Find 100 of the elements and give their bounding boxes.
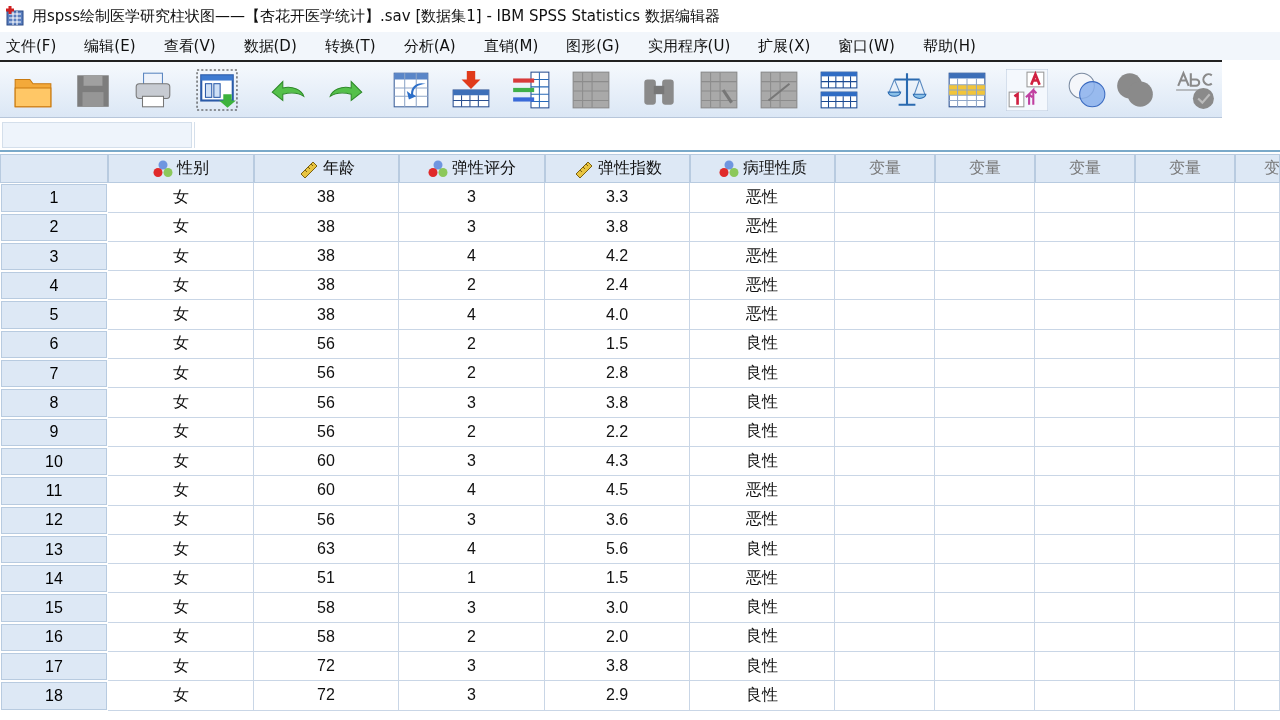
column-header[interactable]: 变量 bbox=[1135, 154, 1235, 184]
row-number[interactable]: 8 bbox=[0, 388, 108, 418]
empty-table-cell[interactable] bbox=[1035, 505, 1135, 535]
empty-table-cell[interactable] bbox=[835, 652, 935, 682]
empty-table-cell[interactable] bbox=[1035, 388, 1135, 418]
empty-table-cell[interactable] bbox=[1135, 271, 1235, 301]
empty-table-cell[interactable] bbox=[935, 564, 1035, 594]
empty-table-cell[interactable] bbox=[1135, 388, 1235, 418]
empty-table-cell[interactable] bbox=[1235, 241, 1280, 272]
row-number[interactable]: 7 bbox=[0, 359, 108, 389]
row-number[interactable]: 9 bbox=[0, 417, 108, 447]
empty-table-cell[interactable] bbox=[835, 183, 935, 213]
empty-table-cell[interactable] bbox=[1135, 681, 1235, 711]
empty-table-cell[interactable] bbox=[835, 271, 935, 301]
empty-table-cell[interactable] bbox=[1135, 622, 1235, 653]
empty-table-cell[interactable] bbox=[1035, 446, 1135, 477]
empty-table-cell[interactable] bbox=[835, 564, 935, 594]
empty-table-cell[interactable] bbox=[1135, 534, 1235, 565]
empty-table-cell[interactable] bbox=[1135, 300, 1235, 330]
menu-item[interactable]: 扩展(X) bbox=[758, 36, 824, 56]
row-number[interactable]: 16 bbox=[0, 622, 108, 653]
row-number[interactable]: 4 bbox=[0, 271, 108, 301]
empty-table-cell[interactable] bbox=[935, 505, 1035, 535]
empty-table-cell[interactable] bbox=[935, 593, 1035, 623]
empty-table-cell[interactable] bbox=[835, 476, 935, 506]
menu-item[interactable]: 编辑(E) bbox=[84, 36, 149, 56]
empty-table-cell[interactable] bbox=[835, 388, 935, 418]
row-number[interactable]: 11 bbox=[0, 476, 108, 506]
empty-table-cell[interactable] bbox=[1035, 241, 1135, 272]
column-header[interactable]: 变 bbox=[1235, 154, 1280, 184]
empty-table-cell[interactable] bbox=[935, 388, 1035, 418]
empty-table-cell[interactable] bbox=[1035, 329, 1135, 360]
empty-table-cell[interactable] bbox=[1235, 476, 1280, 506]
empty-table-cell[interactable] bbox=[1135, 476, 1235, 506]
empty-table-cell[interactable] bbox=[1135, 359, 1235, 389]
row-number[interactable]: 14 bbox=[0, 564, 108, 594]
empty-table-cell[interactable] bbox=[935, 329, 1035, 360]
empty-table-cell[interactable] bbox=[1035, 476, 1135, 506]
window-icon[interactable] bbox=[196, 68, 238, 111]
empty-table-cell[interactable] bbox=[1135, 505, 1235, 535]
menu-item[interactable]: 转换(T) bbox=[324, 36, 389, 56]
row-number[interactable]: 1 bbox=[0, 183, 108, 213]
empty-table-cell[interactable] bbox=[935, 271, 1035, 301]
empty-table-cell[interactable] bbox=[1235, 681, 1280, 711]
empty-table-cell[interactable] bbox=[1035, 300, 1135, 330]
column-header[interactable]: 变量 bbox=[1035, 154, 1135, 184]
row-number[interactable]: 10 bbox=[0, 446, 108, 477]
empty-table-cell[interactable] bbox=[1035, 534, 1135, 565]
empty-table-cell[interactable] bbox=[1135, 417, 1235, 447]
empty-table-cell[interactable] bbox=[1235, 564, 1280, 594]
empty-table-cell[interactable] bbox=[935, 417, 1035, 447]
empty-table-cell[interactable] bbox=[1135, 446, 1235, 477]
empty-table-cell[interactable] bbox=[1235, 300, 1280, 330]
column-header[interactable]: 性别 bbox=[108, 154, 254, 184]
row-number[interactable]: 2 bbox=[0, 212, 108, 242]
empty-table-cell[interactable] bbox=[1235, 652, 1280, 682]
column-header[interactable]: 弹性评分 bbox=[399, 154, 545, 184]
menu-item[interactable]: 数据(D) bbox=[243, 36, 310, 56]
empty-table-cell[interactable] bbox=[835, 300, 935, 330]
empty-table-cell[interactable] bbox=[835, 359, 935, 389]
empty-table-cell[interactable] bbox=[935, 212, 1035, 242]
empty-table-cell[interactable] bbox=[1035, 212, 1135, 242]
row-number[interactable]: 12 bbox=[0, 505, 108, 535]
row-number[interactable]: 13 bbox=[0, 534, 108, 565]
menu-item[interactable]: 查看(V) bbox=[163, 36, 229, 56]
empty-table-cell[interactable] bbox=[1035, 622, 1135, 653]
empty-table-cell[interactable] bbox=[835, 622, 935, 653]
row-number[interactable]: 3 bbox=[0, 241, 108, 272]
menu-item[interactable]: 图形(G) bbox=[566, 36, 633, 56]
column-header[interactable]: 年龄 bbox=[254, 154, 399, 184]
spell-check-icon[interactable] bbox=[1174, 68, 1216, 111]
column-header[interactable]: 病理性质 bbox=[690, 154, 835, 184]
empty-table-cell[interactable] bbox=[1235, 183, 1280, 213]
empty-table-cell[interactable] bbox=[835, 212, 935, 242]
empty-table-cell[interactable] bbox=[1035, 271, 1135, 301]
column-header[interactable]: 变量 bbox=[935, 154, 1035, 184]
empty-table-cell[interactable] bbox=[1035, 652, 1135, 682]
empty-table-cell[interactable] bbox=[1235, 622, 1280, 653]
cell-name-field[interactable] bbox=[2, 122, 192, 148]
empty-table-cell[interactable] bbox=[835, 534, 935, 565]
empty-table-cell[interactable] bbox=[935, 359, 1035, 389]
empty-table-cell[interactable] bbox=[1135, 212, 1235, 242]
empty-table-cell[interactable] bbox=[935, 534, 1035, 565]
row-number[interactable]: 18 bbox=[0, 681, 108, 711]
empty-table-cell[interactable] bbox=[835, 417, 935, 447]
empty-table-cell[interactable] bbox=[1135, 564, 1235, 594]
menu-item[interactable]: 直销(M) bbox=[483, 36, 552, 56]
empty-table-cell[interactable] bbox=[835, 241, 935, 272]
empty-table-cell[interactable] bbox=[1035, 359, 1135, 389]
menu-item[interactable]: 分析(A) bbox=[403, 36, 469, 56]
menu-item[interactable]: 帮助(H) bbox=[922, 36, 989, 56]
empty-table-cell[interactable] bbox=[1235, 417, 1280, 447]
empty-table-cell[interactable] bbox=[1135, 593, 1235, 623]
empty-table-cell[interactable] bbox=[935, 476, 1035, 506]
empty-table-cell[interactable] bbox=[1235, 446, 1280, 477]
empty-table-cell[interactable] bbox=[935, 681, 1035, 711]
empty-table-cell[interactable] bbox=[835, 329, 935, 360]
empty-table-cell[interactable] bbox=[1235, 593, 1280, 623]
empty-table-cell[interactable] bbox=[1235, 359, 1280, 389]
menu-item[interactable]: 实用程序(U) bbox=[647, 36, 744, 56]
